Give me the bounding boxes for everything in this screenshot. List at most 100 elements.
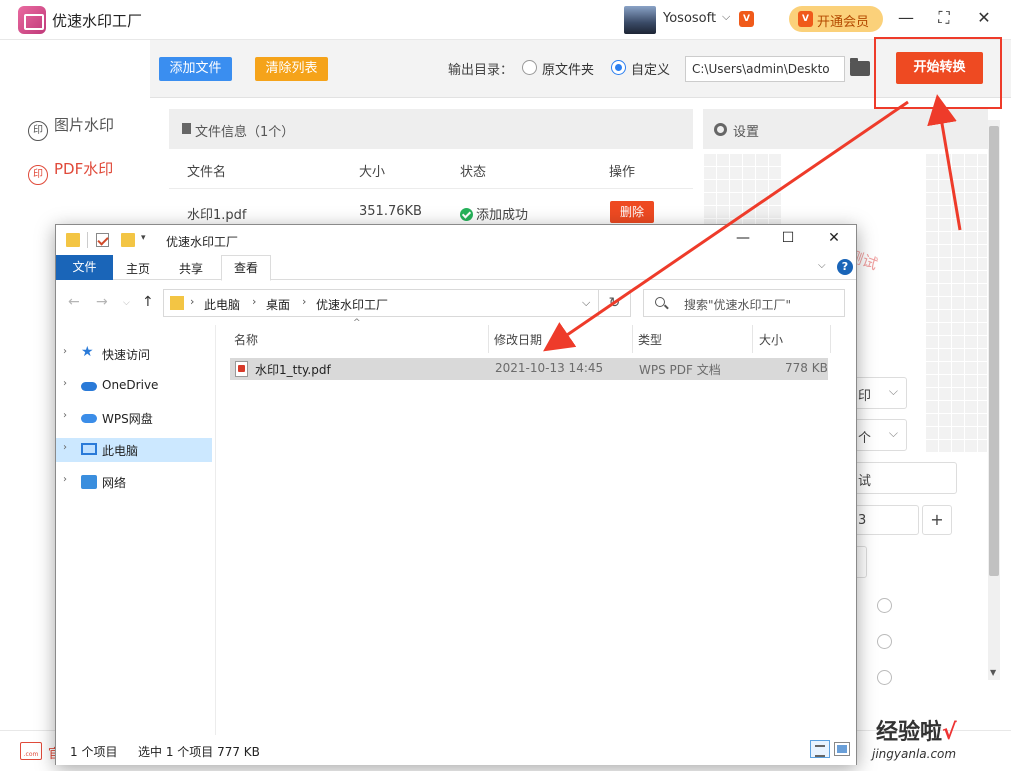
help-icon[interactable]: ? xyxy=(837,259,853,275)
breadcrumb-separator-icon[interactable]: › xyxy=(190,295,194,308)
folder-icon[interactable] xyxy=(850,58,870,76)
tab-home[interactable]: 主页 xyxy=(126,260,150,277)
tab-view[interactable]: 查看 xyxy=(221,255,271,281)
properties-icon[interactable] xyxy=(96,233,109,247)
breadcrumb-this-pc[interactable]: 此电脑 xyxy=(204,296,240,313)
custom-folder-radio[interactable] xyxy=(611,60,626,75)
breadcrumb-separator-icon[interactable]: › xyxy=(302,295,306,308)
back-arrow-icon[interactable]: ← xyxy=(68,294,80,310)
recent-locations-icon[interactable]: ⌵ xyxy=(123,298,130,308)
maximize-icon[interactable]: ☐ xyxy=(778,230,798,250)
column-header-filename: 文件名 xyxy=(187,165,227,180)
increment-button[interactable]: + xyxy=(922,505,952,535)
option-radio[interactable] xyxy=(877,598,892,613)
scrollbar-thumb[interactable] xyxy=(989,126,999,576)
add-files-button[interactable]: 添加文件 xyxy=(159,57,232,81)
delete-button[interactable]: 删除 xyxy=(610,201,654,223)
user-name[interactable]: Yososoft xyxy=(663,11,716,26)
close-icon[interactable]: ✕ xyxy=(974,8,994,28)
search-input[interactable]: 搜索"优速水印工厂" xyxy=(643,289,845,317)
sidebar-item-label: PDF水印 xyxy=(54,160,114,178)
address-input[interactable]: › 此电脑 › 桌面 › 优速水印工厂 ⌵ xyxy=(163,289,599,317)
file-info-header: 文件信息（1个） xyxy=(169,109,693,149)
column-divider[interactable] xyxy=(752,325,753,353)
sidebar-item-image-watermark[interactable]: 印图片水印 xyxy=(28,114,114,141)
custom-folder-label[interactable]: 自定义 xyxy=(631,59,670,78)
breadcrumb-separator-icon[interactable]: › xyxy=(252,295,256,308)
column-header-type[interactable]: 类型 xyxy=(638,331,662,348)
details-view-icon[interactable] xyxy=(810,740,830,758)
open-vip-button[interactable]: V 开通会员 xyxy=(789,6,883,32)
breadcrumb-current-folder[interactable]: 优速水印工厂 xyxy=(316,296,388,313)
watermark-text-input[interactable]: 试 xyxy=(853,462,957,494)
tab-share[interactable]: 共享 xyxy=(179,260,203,277)
sidebar-item-pdf-watermark[interactable]: 印 PDF水印 xyxy=(28,158,114,185)
column-header-action: 操作 xyxy=(609,165,636,180)
original-folder-label[interactable]: 原文件夹 xyxy=(542,59,594,78)
selection-info: 选中 1 个项目 777 KB xyxy=(138,745,260,759)
output-dir-label: 输出目录： xyxy=(448,63,514,78)
maximize-icon[interactable]: ⛶ xyxy=(934,8,954,28)
nav-item-wps-drive[interactable]: › WPS网盘 xyxy=(56,406,212,430)
sort-ascending-icon: ^ xyxy=(353,318,361,328)
watermark-count-select[interactable]: 个 ⌵ xyxy=(853,419,907,451)
chevron-right-icon[interactable]: › xyxy=(63,346,67,357)
minimize-icon[interactable]: — xyxy=(733,230,753,250)
input-value: 试 xyxy=(858,474,872,489)
refresh-icon[interactable]: ↻ xyxy=(599,289,631,317)
watermark-type-select[interactable]: 印 ⌵ xyxy=(853,377,907,409)
up-arrow-icon[interactable]: ↑ xyxy=(142,294,154,310)
nav-item-onedrive[interactable]: › OneDrive xyxy=(56,374,212,398)
option-radio[interactable] xyxy=(877,670,892,685)
chevron-right-icon[interactable]: › xyxy=(63,410,67,421)
gear-icon xyxy=(714,123,727,136)
file-name: 水印1_tty.pdf xyxy=(255,363,331,377)
divider xyxy=(169,188,693,189)
chevron-down-icon[interactable]: ⌵ xyxy=(818,260,826,271)
chevron-down-icon[interactable]: ▾ xyxy=(141,233,146,243)
font-size-stepper[interactable]: 3 xyxy=(853,505,919,535)
close-icon[interactable]: ✕ xyxy=(824,230,844,250)
column-header-size[interactable]: 大小 xyxy=(759,331,783,348)
file-explorer-window: ▾ 优速水印工厂 — ☐ ✕ 文件 主页 共享 查看 ⌵ ? ← → ⌵ ↑ ›… xyxy=(55,224,857,765)
website-icon[interactable]: .com xyxy=(20,742,42,760)
output-path-input[interactable] xyxy=(685,56,845,82)
watermark-logo: 经验啦√ xyxy=(876,714,957,746)
nav-item-label: 此电脑 xyxy=(102,444,139,458)
address-bar: ← → ⌵ ↑ › 此电脑 › 桌面 › 优速水印工厂 ⌵ ↻ 搜索"优速水印工… xyxy=(56,281,856,325)
table-row[interactable]: 水印1_tty.pdf 2021-10-13 14:45 WPS PDF 文档 … xyxy=(230,358,828,380)
column-divider[interactable] xyxy=(488,325,489,353)
wps-cloud-icon xyxy=(81,414,97,423)
nav-item-network[interactable]: › 网络 xyxy=(56,470,212,494)
column-divider[interactable] xyxy=(830,325,831,353)
minimize-icon[interactable]: — xyxy=(896,8,916,28)
chevron-down-icon[interactable]: ⌵ xyxy=(722,10,730,24)
app-title-bar: 优速水印工厂 Yososoft ⌵ V V 开通会员 — ⛶ ✕ xyxy=(0,0,1011,40)
option-radio[interactable] xyxy=(877,634,892,649)
breadcrumb-desktop[interactable]: 桌面 xyxy=(266,296,290,313)
settings-scrollbar[interactable]: ▼ xyxy=(988,120,1000,680)
scroll-down-icon[interactable]: ▼ xyxy=(990,668,996,677)
column-header-modified[interactable]: 修改日期 xyxy=(494,331,542,348)
stepper-value: 3 xyxy=(858,513,867,528)
open-vip-label: 开通会员 xyxy=(817,15,870,30)
nav-item-this-pc[interactable]: › 此电脑 xyxy=(56,438,212,462)
column-divider[interactable] xyxy=(632,325,633,353)
clear-list-button[interactable]: 清除列表 xyxy=(255,57,328,81)
cloud-icon xyxy=(81,382,97,391)
chevron-right-icon[interactable]: › xyxy=(63,378,67,389)
avatar[interactable] xyxy=(624,6,656,34)
chevron-right-icon[interactable]: › xyxy=(63,474,67,485)
new-folder-icon[interactable] xyxy=(121,233,135,247)
large-icons-view-icon[interactable] xyxy=(834,742,850,756)
chevron-right-icon[interactable]: › xyxy=(63,442,67,453)
seal-icon: 印 xyxy=(28,121,48,141)
settings-header: 设置 xyxy=(703,109,988,149)
tab-file[interactable]: 文件 xyxy=(56,255,113,280)
chevron-down-icon[interactable]: ⌵ xyxy=(582,296,590,310)
nav-item-quick-access[interactable]: › ★ 快速访问 xyxy=(56,342,212,366)
original-folder-radio[interactable] xyxy=(522,60,537,75)
forward-arrow-icon[interactable]: → xyxy=(96,294,108,310)
column-header-name[interactable]: 名称 xyxy=(234,331,258,348)
chevron-down-icon: ⌵ xyxy=(888,384,898,398)
